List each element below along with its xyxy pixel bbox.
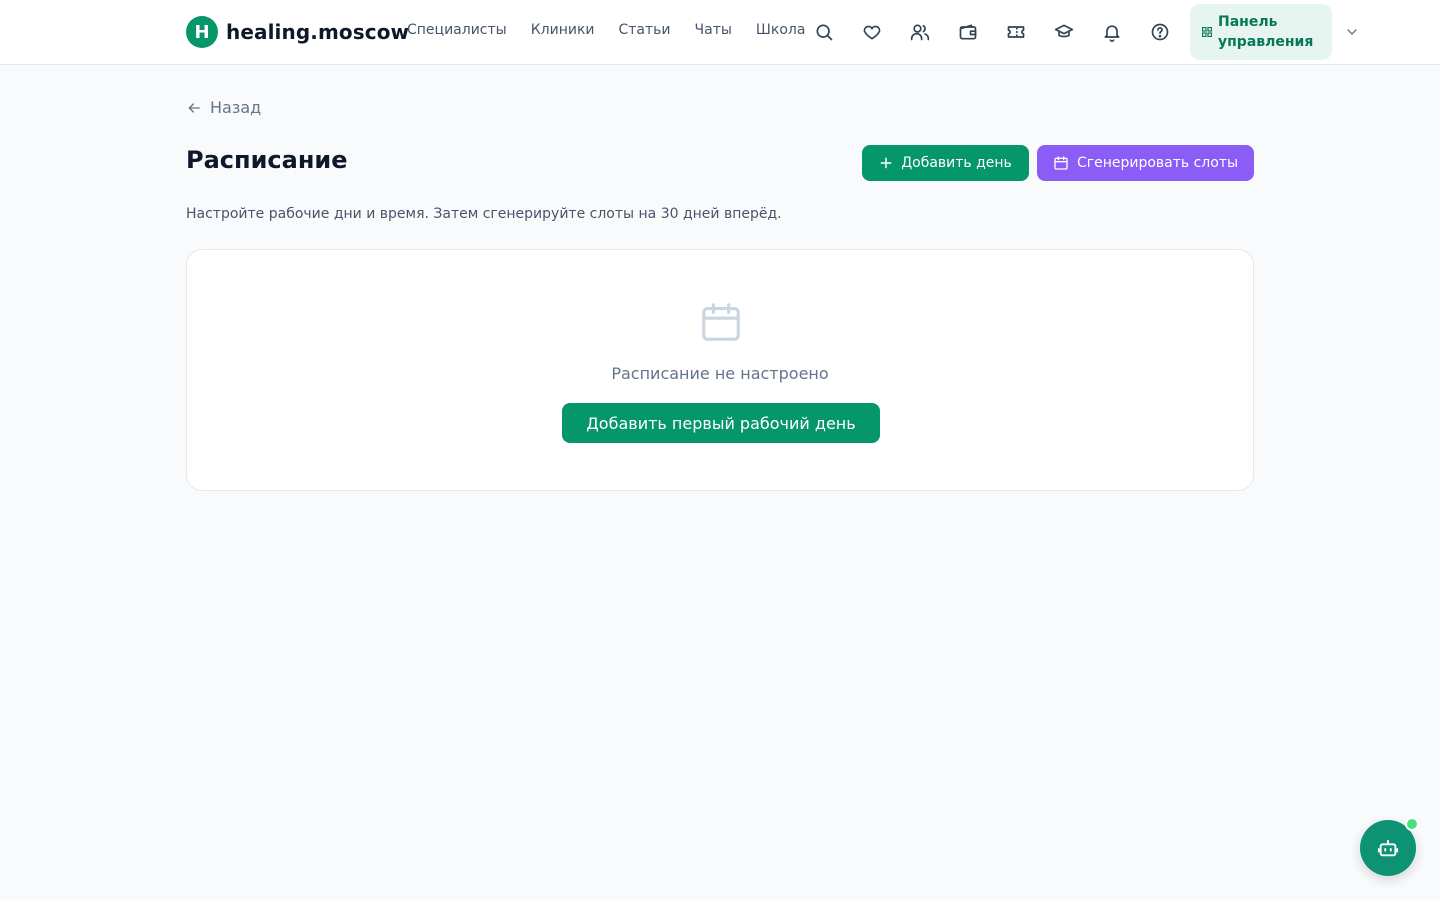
graduation-cap-icon[interactable]	[1052, 20, 1076, 44]
online-status-dot	[1405, 817, 1419, 831]
chevron-down-icon[interactable]	[1344, 24, 1360, 44]
heart-icon[interactable]	[860, 20, 884, 44]
nav-item-chats[interactable]: Чаты	[695, 22, 732, 38]
brand-name: healing.moscow	[226, 20, 410, 44]
search-icon[interactable]	[812, 20, 836, 44]
add-day-label: Добавить день	[901, 155, 1012, 171]
top-header: H healing.moscow Специалисты Клиники Ста…	[0, 0, 1440, 65]
bell-icon[interactable]	[1100, 20, 1124, 44]
empty-state-text: Расписание не настроено	[611, 364, 829, 383]
generate-slots-button[interactable]: Сгенерировать слоты	[1037, 145, 1254, 181]
logo-mark: H	[186, 16, 218, 48]
calendar-icon	[698, 299, 744, 349]
plus-icon	[880, 157, 892, 169]
ticket-icon[interactable]	[1004, 20, 1028, 44]
page-title: Расписание	[186, 146, 348, 174]
nav-item-specialists[interactable]: Специалисты	[407, 22, 507, 38]
dashboard-button[interactable]: Панель управления	[1190, 4, 1332, 60]
back-label: Назад	[210, 98, 262, 117]
nav-item-school[interactable]: Школа	[756, 22, 806, 38]
page-subtitle: Настройте рабочие дни и время. Затем сге…	[186, 206, 782, 222]
main-nav: Специалисты Клиники Статьи Чаты Школа	[407, 22, 805, 38]
grid-icon	[1202, 27, 1212, 37]
logo[interactable]: H healing.moscow	[186, 16, 409, 48]
generate-slots-label: Сгенерировать слоты	[1076, 155, 1239, 171]
help-circle-icon[interactable]	[1148, 20, 1172, 44]
add-first-day-button[interactable]: Добавить первый рабочий день	[562, 403, 880, 443]
add-day-button[interactable]: Добавить день	[862, 145, 1029, 181]
users-icon[interactable]	[908, 20, 932, 44]
schedule-empty-card: Расписание не настроено Добавить первый …	[186, 249, 1254, 491]
dashboard-label: Панель управления	[1218, 14, 1314, 50]
arrow-left-icon	[188, 102, 200, 113]
calendar-icon	[1054, 156, 1068, 170]
back-link[interactable]: Назад	[186, 98, 261, 117]
nav-item-articles[interactable]: Статьи	[619, 22, 671, 38]
bot-icon	[1377, 839, 1399, 857]
wallet-icon[interactable]	[956, 20, 980, 44]
nav-item-clinics[interactable]: Клиники	[531, 22, 595, 38]
